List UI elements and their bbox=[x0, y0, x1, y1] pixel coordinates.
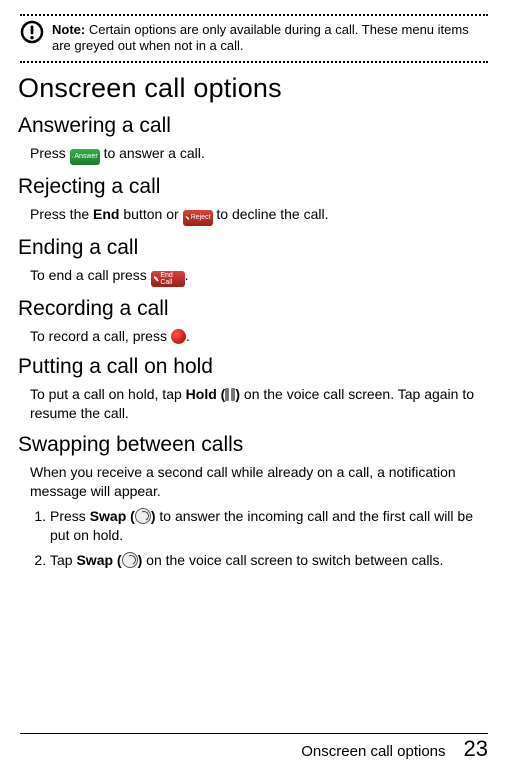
para-ending: To end a call press End Call . bbox=[30, 266, 488, 287]
text: to answer a call. bbox=[104, 145, 205, 161]
alert-icon bbox=[20, 20, 44, 44]
page-number: 23 bbox=[464, 736, 488, 762]
text: ( bbox=[217, 386, 226, 402]
heading-rejecting: Rejecting a call bbox=[18, 175, 488, 199]
reject-button-label: Reject bbox=[191, 214, 211, 221]
hold-word: Hold bbox=[186, 386, 217, 402]
text: ) bbox=[138, 552, 143, 568]
footer-rule bbox=[20, 733, 488, 734]
text: To end a call press bbox=[30, 267, 151, 283]
reject-button-icon: Reject bbox=[183, 210, 213, 226]
text: . bbox=[185, 267, 189, 283]
text: To put a call on hold, tap bbox=[30, 386, 186, 402]
answer-button-label: Answer bbox=[74, 153, 97, 160]
swap-step-2: Tap Swap () on the voice call screen to … bbox=[50, 551, 488, 570]
text: ( bbox=[126, 508, 135, 524]
para-swap-intro: When you receive a second call while alr… bbox=[30, 463, 488, 501]
text: To record a call, press bbox=[30, 328, 171, 344]
swap-step-1: Press Swap () to answer the incoming cal… bbox=[50, 507, 488, 545]
para-recording: To record a call, press . bbox=[30, 327, 488, 346]
page: Note: Certain options are only available… bbox=[0, 0, 508, 774]
text: Press bbox=[50, 508, 90, 524]
footer-title: Onscreen call options bbox=[301, 743, 445, 760]
heading-recording: Recording a call bbox=[18, 297, 488, 321]
endcall-button-icon: End Call bbox=[151, 271, 185, 287]
para-hold: To put a call on hold, tap Hold () on th… bbox=[30, 385, 488, 423]
answer-button-icon: Answer bbox=[70, 149, 100, 165]
end-word: End bbox=[93, 206, 119, 222]
text: button or bbox=[123, 206, 182, 222]
text: Press bbox=[30, 145, 70, 161]
swap-icon bbox=[135, 508, 151, 524]
swap-word: Swap bbox=[76, 552, 113, 568]
text: on the voice call screen to switch betwe… bbox=[146, 552, 443, 568]
swap-word: Swap bbox=[90, 508, 127, 524]
para-answering: Press Answer to answer a call. bbox=[30, 144, 488, 165]
endcall-button-label: End Call bbox=[160, 272, 182, 286]
text: . bbox=[186, 328, 190, 344]
heading-ending: Ending a call bbox=[18, 236, 488, 260]
page-title: Onscreen call options bbox=[18, 73, 488, 104]
text: Press the bbox=[30, 206, 93, 222]
heading-hold: Putting a call on hold bbox=[18, 355, 488, 379]
pause-icon bbox=[225, 388, 235, 401]
text: ) bbox=[235, 386, 240, 402]
text: ) bbox=[151, 508, 156, 524]
heading-swap: Swapping between calls bbox=[18, 433, 488, 457]
note-text: Note: Certain options are only available… bbox=[52, 22, 488, 55]
para-rejecting: Press the End button or Reject to declin… bbox=[30, 205, 488, 226]
note-body: Certain options are only available durin… bbox=[52, 22, 469, 53]
text: ( bbox=[113, 552, 122, 568]
heading-answering: Answering a call bbox=[18, 114, 488, 138]
text: Tap bbox=[50, 552, 76, 568]
record-icon bbox=[171, 329, 186, 344]
note-box: Note: Certain options are only available… bbox=[20, 14, 488, 63]
swap-icon bbox=[122, 552, 138, 568]
page-footer: Onscreen call options 23 bbox=[301, 736, 488, 762]
note-label: Note: bbox=[52, 22, 85, 37]
text: to decline the call. bbox=[216, 206, 328, 222]
swap-steps: Press Swap () to answer the incoming cal… bbox=[30, 507, 488, 570]
